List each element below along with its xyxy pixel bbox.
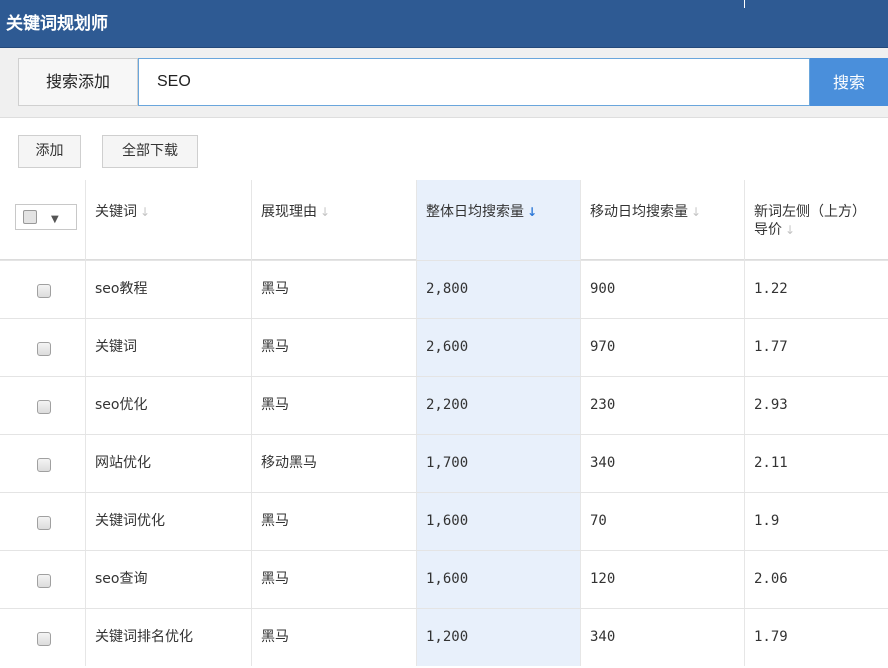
table-row: seo优化 黑马 2,200 230 2.93 bbox=[0, 376, 888, 434]
keyword-cell: 关键词 bbox=[86, 319, 252, 376]
bid-cell: 1.77 bbox=[754, 339, 788, 355]
titlebar-divider bbox=[744, 0, 745, 8]
keyword-cell: 网站优化 bbox=[86, 435, 252, 492]
bid-cell: 1.22 bbox=[754, 281, 788, 297]
keyword-cell: seo查询 bbox=[86, 551, 252, 608]
daily-total-cell: 1,600 bbox=[417, 493, 581, 550]
header-reason[interactable]: 展现理由 ↓ bbox=[252, 180, 417, 260]
header-bid-label-line2: 导价 bbox=[754, 222, 782, 238]
table-row: 关键词排名优化 黑马 1,200 340 1.79 bbox=[0, 608, 888, 666]
header-keyword[interactable]: 关键词 ↓ bbox=[86, 180, 252, 260]
header-keyword-label: 关键词 bbox=[95, 204, 137, 220]
daily-total-cell: 1,700 bbox=[417, 435, 581, 492]
add-button[interactable]: 添加 bbox=[18, 135, 81, 168]
daily-total-cell: 1,200 bbox=[417, 609, 581, 666]
app-title: 关键词规划师 bbox=[6, 14, 108, 34]
daily-total-cell: 2,600 bbox=[417, 319, 581, 376]
bid-cell: 1.9 bbox=[754, 513, 780, 529]
row-select-cell bbox=[0, 551, 86, 608]
reason-cell: 黑马 bbox=[252, 377, 417, 434]
search-label: 搜索添加 bbox=[18, 58, 138, 106]
row-checkbox[interactable] bbox=[37, 574, 51, 588]
row-checkbox[interactable] bbox=[37, 342, 51, 356]
header-bid-label-line1: 新词左侧（上方） bbox=[754, 204, 866, 220]
keyword-cell: seo优化 bbox=[86, 377, 252, 434]
search-bar: 搜索添加 搜索 bbox=[0, 48, 888, 117]
row-select-cell bbox=[0, 261, 86, 318]
daily-total-cell: 2,800 bbox=[417, 261, 581, 318]
chevron-down-icon: ▼ bbox=[51, 214, 59, 225]
header-reason-label: 展现理由 bbox=[261, 204, 317, 220]
header-select-column: ▼ bbox=[0, 180, 86, 260]
table-row: 关键词优化 黑马 1,600 70 1.9 bbox=[0, 492, 888, 550]
bid-cell: 1.79 bbox=[754, 629, 788, 645]
bid-cell: 2.93 bbox=[754, 397, 788, 413]
row-select-cell bbox=[0, 493, 86, 550]
search-input[interactable] bbox=[138, 58, 810, 106]
reason-cell: 黑马 bbox=[252, 551, 417, 608]
table-row: 关键词 黑马 2,600 970 1.77 bbox=[0, 318, 888, 376]
row-select-cell bbox=[0, 377, 86, 434]
daily-mobile-cell: 970 bbox=[581, 319, 745, 376]
reason-cell: 移动黑马 bbox=[252, 435, 417, 492]
sort-icon[interactable]: ↓ bbox=[785, 223, 795, 237]
keyword-cell: 关键词优化 bbox=[86, 493, 252, 550]
header-daily-mobile-label: 移动日均搜索量 bbox=[590, 204, 688, 220]
table-row: seo查询 黑马 1,600 120 2.06 bbox=[0, 550, 888, 608]
reason-cell: 黑马 bbox=[252, 609, 417, 666]
table-row: seo教程 黑马 2,800 900 1.22 bbox=[0, 260, 888, 318]
row-select-cell bbox=[0, 609, 86, 666]
toolbar: 添加 全部下载 bbox=[0, 117, 888, 180]
row-checkbox[interactable] bbox=[37, 284, 51, 298]
table-header: ▼ 关键词 ↓ 展现理由 ↓ 整体日均搜索量 ↓ 移动日均搜索量 ↓ 新词左侧（上方） … bbox=[0, 180, 888, 260]
bid-cell: 2.06 bbox=[754, 571, 788, 587]
download-all-button[interactable]: 全部下载 bbox=[102, 135, 198, 168]
reason-cell: 黑马 bbox=[252, 493, 417, 550]
daily-mobile-cell: 340 bbox=[581, 435, 745, 492]
row-select-cell bbox=[0, 435, 86, 492]
daily-total-cell: 2,200 bbox=[417, 377, 581, 434]
daily-mobile-cell: 120 bbox=[581, 551, 745, 608]
keyword-cell: seo教程 bbox=[86, 261, 252, 318]
sort-icon[interactable]: ↓ bbox=[691, 205, 701, 219]
header-daily-total-label: 整体日均搜索量 bbox=[426, 204, 524, 220]
sort-desc-icon[interactable]: ↓ bbox=[527, 205, 537, 219]
header-bid[interactable]: 新词左侧（上方） 导价 ↓ bbox=[745, 180, 888, 260]
daily-mobile-cell: 230 bbox=[581, 377, 745, 434]
sort-icon[interactable]: ↓ bbox=[320, 205, 330, 219]
row-checkbox[interactable] bbox=[37, 516, 51, 530]
app-titlebar: 关键词规划师 bbox=[0, 0, 888, 48]
bid-cell: 2.11 bbox=[754, 455, 788, 471]
keyword-cell: 关键词排名优化 bbox=[86, 609, 252, 666]
row-select-cell bbox=[0, 319, 86, 376]
header-daily-mobile[interactable]: 移动日均搜索量 ↓ bbox=[581, 180, 745, 260]
header-daily-total[interactable]: 整体日均搜索量 ↓ bbox=[417, 180, 581, 260]
daily-mobile-cell: 340 bbox=[581, 609, 745, 666]
select-all-dropdown[interactable]: ▼ bbox=[15, 204, 77, 230]
search-button[interactable]: 搜索 bbox=[810, 58, 888, 106]
table-row: 网站优化 移动黑马 1,700 340 2.11 bbox=[0, 434, 888, 492]
sort-icon[interactable]: ↓ bbox=[140, 205, 150, 219]
row-checkbox[interactable] bbox=[37, 458, 51, 472]
daily-mobile-cell: 900 bbox=[581, 261, 745, 318]
reason-cell: 黑马 bbox=[252, 319, 417, 376]
select-all-checkbox[interactable] bbox=[23, 210, 37, 224]
reason-cell: 黑马 bbox=[252, 261, 417, 318]
daily-total-cell: 1,600 bbox=[417, 551, 581, 608]
row-checkbox[interactable] bbox=[37, 400, 51, 414]
row-checkbox[interactable] bbox=[37, 632, 51, 646]
daily-mobile-cell: 70 bbox=[581, 493, 745, 550]
